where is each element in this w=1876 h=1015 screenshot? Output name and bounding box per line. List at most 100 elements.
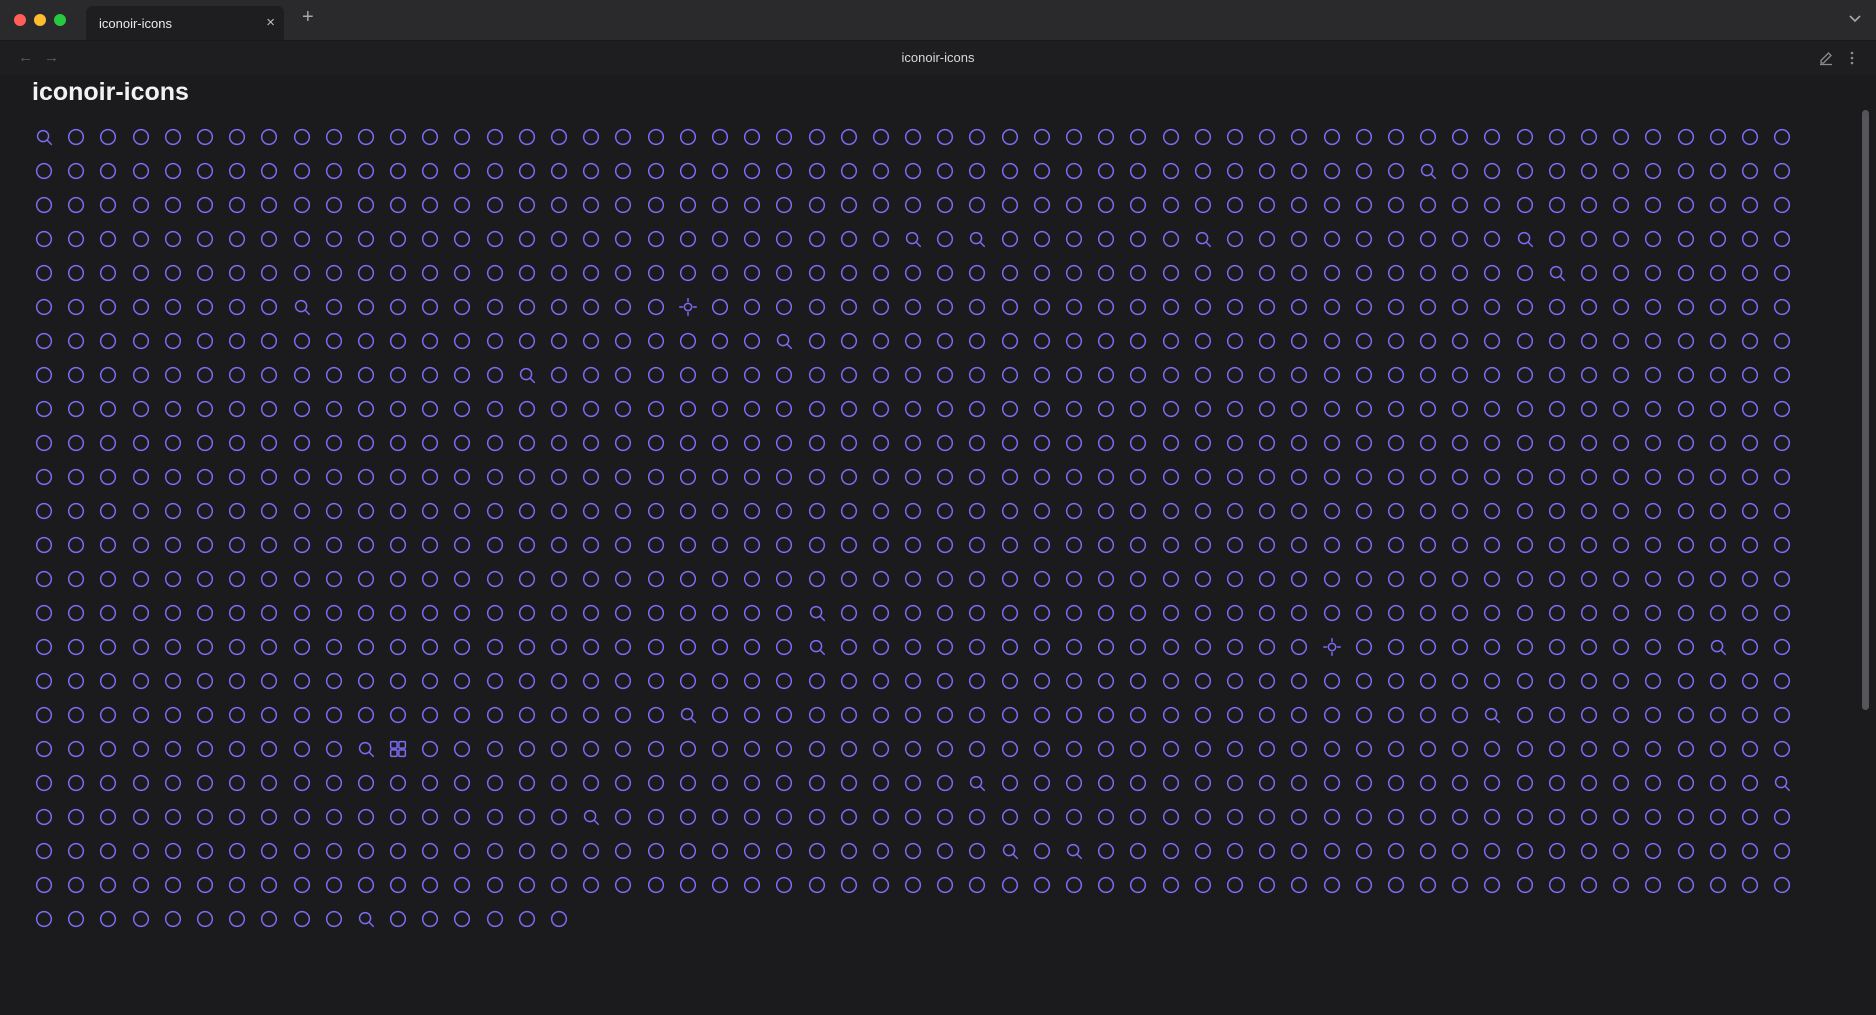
- iconoir-icon[interactable]: [612, 126, 644, 160]
- iconoir-icon[interactable]: [1031, 534, 1063, 568]
- iconoir-icon[interactable]: [548, 704, 580, 738]
- iconoir-icon[interactable]: [194, 262, 226, 296]
- iconoir-icon[interactable]: [65, 738, 97, 772]
- iconoir-icon[interactable]: [1514, 704, 1546, 738]
- iconoir-icon[interactable]: [387, 806, 419, 840]
- iconoir-icon[interactable]: [709, 432, 741, 466]
- iconoir-icon[interactable]: [1707, 160, 1739, 194]
- iconoir-icon[interactable]: [1288, 296, 1320, 330]
- iconoir-icon[interactable]: [548, 636, 580, 670]
- iconoir-icon[interactable]: [1095, 160, 1127, 194]
- iconoir-icon[interactable]: [1514, 330, 1546, 364]
- iconoir-icon[interactable]: [1514, 568, 1546, 602]
- iconoir-icon[interactable]: [902, 296, 934, 330]
- iconoir-icon[interactable]: [870, 296, 902, 330]
- iconoir-icon[interactable]: [902, 364, 934, 398]
- iconoir-icon[interactable]: [1739, 772, 1771, 806]
- iconoir-icon[interactable]: [548, 126, 580, 160]
- iconoir-icon[interactable]: [1224, 296, 1256, 330]
- iconoir-icon[interactable]: [1449, 160, 1481, 194]
- iconoir-icon[interactable]: [130, 636, 162, 670]
- iconoir-icon[interactable]: [1321, 126, 1353, 160]
- iconoir-icon[interactable]: [1385, 432, 1417, 466]
- iconoir-icon[interactable]: [1160, 432, 1192, 466]
- iconoir-icon[interactable]: [1224, 704, 1256, 738]
- iconoir-icon[interactable]: [773, 670, 805, 704]
- iconoir-icon[interactable]: [612, 194, 644, 228]
- iconoir-icon[interactable]: [1127, 806, 1159, 840]
- iconoir-icon[interactable]: [1707, 330, 1739, 364]
- iconoir-icon[interactable]: [999, 602, 1031, 636]
- iconoir-icon[interactable]: [451, 908, 483, 942]
- iconoir-icon[interactable]: [516, 500, 548, 534]
- iconoir-icon[interactable]: [870, 602, 902, 636]
- iconoir-icon[interactable]: [516, 704, 548, 738]
- iconoir-icon[interactable]: [1031, 806, 1063, 840]
- iconoir-icon[interactable]: [1385, 364, 1417, 398]
- iconoir-icon[interactable]: [1256, 636, 1288, 670]
- iconoir-icon[interactable]: [1063, 126, 1095, 160]
- iconoir-icon[interactable]: [1739, 500, 1771, 534]
- iconoir-icon[interactable]: [1546, 126, 1578, 160]
- iconoir-icon[interactable]: [516, 432, 548, 466]
- iconoir-icon[interactable]: [934, 194, 966, 228]
- iconoir-icon[interactable]: [902, 160, 934, 194]
- iconoir-icon[interactable]: [1160, 228, 1192, 262]
- iconoir-icon[interactable]: [226, 160, 258, 194]
- iconoir-icon[interactable]: [709, 602, 741, 636]
- iconoir-icon[interactable]: [612, 602, 644, 636]
- iconoir-icon[interactable]: [1127, 228, 1159, 262]
- iconoir-icon[interactable]: [1514, 296, 1546, 330]
- iconoir-icon[interactable]: [1481, 602, 1513, 636]
- iconoir-icon[interactable]: [33, 296, 65, 330]
- iconoir-icon[interactable]: [709, 262, 741, 296]
- iconoir-icon[interactable]: [226, 534, 258, 568]
- iconoir-icon[interactable]: [484, 194, 516, 228]
- iconoir-icon[interactable]: [1063, 330, 1095, 364]
- iconoir-icon[interactable]: [97, 398, 129, 432]
- iconoir-icon[interactable]: [291, 296, 323, 330]
- iconoir-icon[interactable]: [387, 398, 419, 432]
- iconoir-icon[interactable]: [580, 126, 612, 160]
- iconoir-icon[interactable]: [966, 704, 998, 738]
- iconoir-icon[interactable]: [33, 806, 65, 840]
- iconoir-icon[interactable]: [1675, 194, 1707, 228]
- iconoir-icon[interactable]: [709, 364, 741, 398]
- iconoir-icon[interactable]: [870, 432, 902, 466]
- iconoir-icon[interactable]: [1192, 534, 1224, 568]
- iconoir-icon[interactable]: [806, 704, 838, 738]
- iconoir-icon[interactable]: [1031, 466, 1063, 500]
- iconoir-icon[interactable]: [1771, 840, 1803, 874]
- iconoir-icon[interactable]: [999, 126, 1031, 160]
- iconoir-icon[interactable]: [806, 806, 838, 840]
- iconoir-icon[interactable]: [838, 636, 870, 670]
- iconoir-icon[interactable]: [741, 228, 773, 262]
- iconoir-icon[interactable]: [838, 160, 870, 194]
- iconoir-icon[interactable]: [1353, 466, 1385, 500]
- iconoir-icon[interactable]: [612, 296, 644, 330]
- iconoir-icon[interactable]: [1095, 602, 1127, 636]
- iconoir-icon[interactable]: [709, 772, 741, 806]
- iconoir-icon[interactable]: [1031, 194, 1063, 228]
- iconoir-icon[interactable]: [806, 398, 838, 432]
- iconoir-icon[interactable]: [1610, 466, 1642, 500]
- iconoir-icon[interactable]: [484, 704, 516, 738]
- iconoir-icon[interactable]: [33, 500, 65, 534]
- iconoir-icon[interactable]: [419, 704, 451, 738]
- iconoir-icon[interactable]: [966, 874, 998, 908]
- iconoir-icon[interactable]: [1707, 704, 1739, 738]
- iconoir-icon[interactable]: [741, 534, 773, 568]
- iconoir-icon[interactable]: [1385, 262, 1417, 296]
- iconoir-icon[interactable]: [934, 432, 966, 466]
- iconoir-icon[interactable]: [1642, 636, 1674, 670]
- iconoir-icon[interactable]: [902, 126, 934, 160]
- iconoir-icon[interactable]: [355, 534, 387, 568]
- iconoir-icon[interactable]: [323, 772, 355, 806]
- iconoir-icon[interactable]: [709, 874, 741, 908]
- iconoir-icon[interactable]: [838, 398, 870, 432]
- iconoir-icon[interactable]: [97, 160, 129, 194]
- iconoir-icon[interactable]: [355, 602, 387, 636]
- iconoir-icon[interactable]: [1321, 874, 1353, 908]
- iconoir-icon[interactable]: [1642, 602, 1674, 636]
- iconoir-icon[interactable]: [1707, 262, 1739, 296]
